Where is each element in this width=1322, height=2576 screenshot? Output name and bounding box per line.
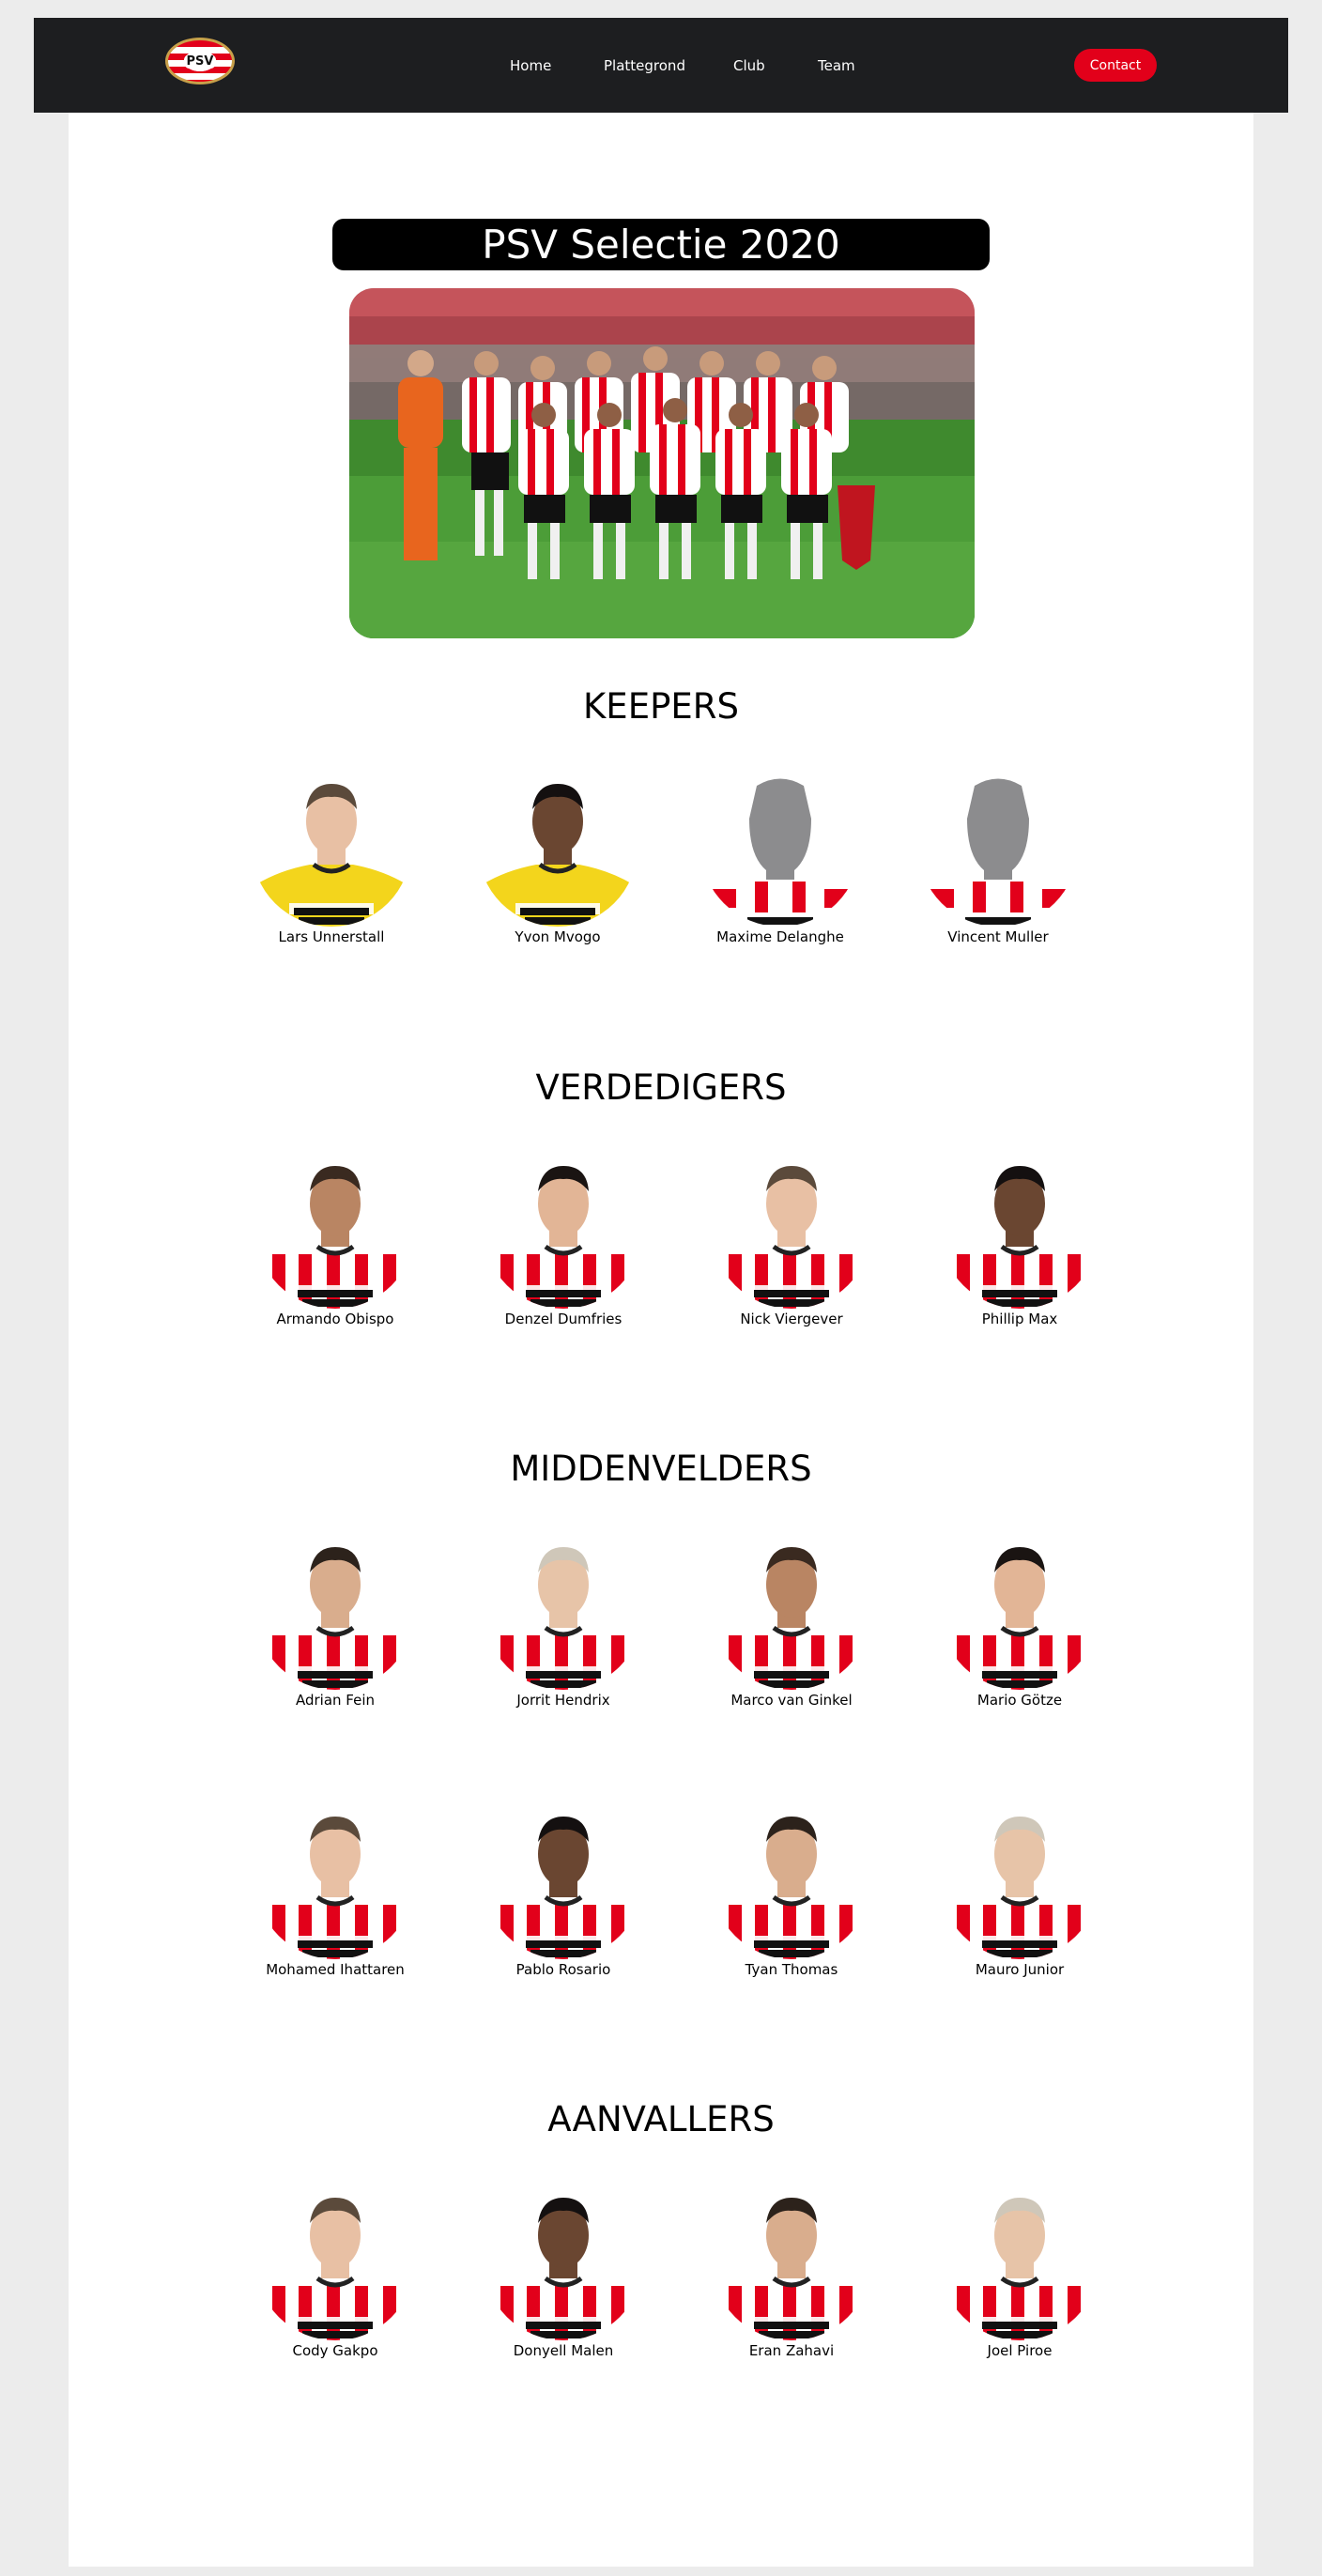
player-photo <box>484 1530 643 1690</box>
player-name: Maxime Delanghe <box>716 928 844 945</box>
player-card[interactable]: Nick Viergever <box>702 1149 881 1329</box>
player-card[interactable]: Eran Zahavi <box>702 2181 881 2361</box>
player-name: Vincent Muller <box>947 928 1049 945</box>
player-card[interactable]: Adrian Fein <box>246 1530 424 1710</box>
player-photo <box>255 2181 415 2340</box>
contact-button[interactable]: Contact <box>1074 49 1157 82</box>
section-title-1: VERDEDIGERS <box>535 1067 787 1108</box>
player-name: Mohamed Ihattaren <box>266 1961 405 1978</box>
player-card[interactable]: Maxime Delanghe <box>691 767 869 947</box>
player-name: Yvon Mvogo <box>515 928 601 945</box>
player-name: Donyell Malen <box>513 2342 614 2359</box>
player-card[interactable]: Yvon Mvogo <box>469 767 647 947</box>
player-card[interactable]: Denzel Dumfries <box>474 1149 653 1329</box>
player-card[interactable]: Lars Unnerstall <box>242 767 421 947</box>
page-title: PSV Selectie 2020 <box>332 219 990 270</box>
nav-link-team[interactable]: Team <box>818 57 855 74</box>
player-card[interactable]: Jorrit Hendrix <box>474 1530 653 1710</box>
player-name: Jorrit Hendrix <box>516 1692 610 1709</box>
player-name: Armando Obispo <box>276 1311 394 1327</box>
player-photo <box>484 1800 643 1959</box>
nav-link-club[interactable]: Club <box>733 57 765 74</box>
player-name: Nick Viergever <box>740 1311 843 1327</box>
player-photo <box>484 2181 643 2340</box>
player-name: Pablo Rosario <box>515 1961 611 1978</box>
player-card[interactable]: Pablo Rosario <box>474 1800 653 1980</box>
player-photo <box>712 2181 871 2340</box>
player-photo <box>712 1149 871 1309</box>
player-card[interactable]: Mario Götze <box>930 1530 1109 1710</box>
player-card[interactable]: Mohamed Ihattaren <box>246 1800 424 1980</box>
player-name: Marco van Ginkel <box>730 1692 853 1709</box>
player-photo <box>255 1149 415 1309</box>
player-photo <box>940 2181 1099 2340</box>
navbar: PSV Home Plattegrond Club Team Contact <box>34 18 1288 113</box>
player-name: Mauro Junior <box>975 1961 1065 1978</box>
nav-link-plattegrond[interactable]: Plattegrond <box>604 57 685 74</box>
player-card[interactable]: Joel Piroe <box>930 2181 1109 2361</box>
player-card[interactable]: Donyell Malen <box>474 2181 653 2361</box>
player-photo <box>940 1530 1099 1690</box>
player-name: Denzel Dumfries <box>504 1311 623 1327</box>
player-name: Lars Unnerstall <box>278 928 385 945</box>
player-card[interactable]: Vincent Muller <box>909 767 1087 947</box>
player-photo <box>255 1800 415 1959</box>
team-photo <box>349 288 975 638</box>
player-name: Mario Götze <box>976 1692 1063 1709</box>
player-photo <box>252 767 411 927</box>
player-card[interactable]: Mauro Junior <box>930 1800 1109 1980</box>
section-title-2: MIDDENVELDERS <box>510 1449 812 1489</box>
player-photo <box>255 1530 415 1690</box>
player-photo <box>940 1800 1099 1959</box>
player-card[interactable]: Tyan Thomas <box>702 1800 881 1980</box>
player-photo <box>712 1800 871 1959</box>
player-card[interactable]: Armando Obispo <box>246 1149 424 1329</box>
player-photo <box>484 1149 643 1309</box>
nav-link-home[interactable]: Home <box>510 57 551 74</box>
player-photo <box>712 1530 871 1690</box>
player-photo <box>918 767 1078 927</box>
player-photo <box>940 1149 1099 1309</box>
section-title-0: KEEPERS <box>583 686 739 727</box>
player-name: Joel Piroe <box>987 2342 1053 2359</box>
player-name: Eran Zahavi <box>748 2342 835 2359</box>
player-card[interactable]: Marco van Ginkel <box>702 1530 881 1710</box>
player-name: Cody Gakpo <box>292 2342 378 2359</box>
player-name: Adrian Fein <box>295 1692 376 1709</box>
page-content: PSV Selectie 2020 KEEPERS Lars Unnerstal… <box>69 113 1253 2567</box>
section-title-3: AANVALLERS <box>547 2099 775 2139</box>
player-photo <box>478 767 638 927</box>
player-photo <box>700 767 860 927</box>
player-name: Phillip Max <box>981 1311 1058 1327</box>
player-card[interactable]: Phillip Max <box>930 1149 1109 1329</box>
player-name: Tyan Thomas <box>745 1961 838 1978</box>
player-card[interactable]: Cody Gakpo <box>246 2181 424 2361</box>
